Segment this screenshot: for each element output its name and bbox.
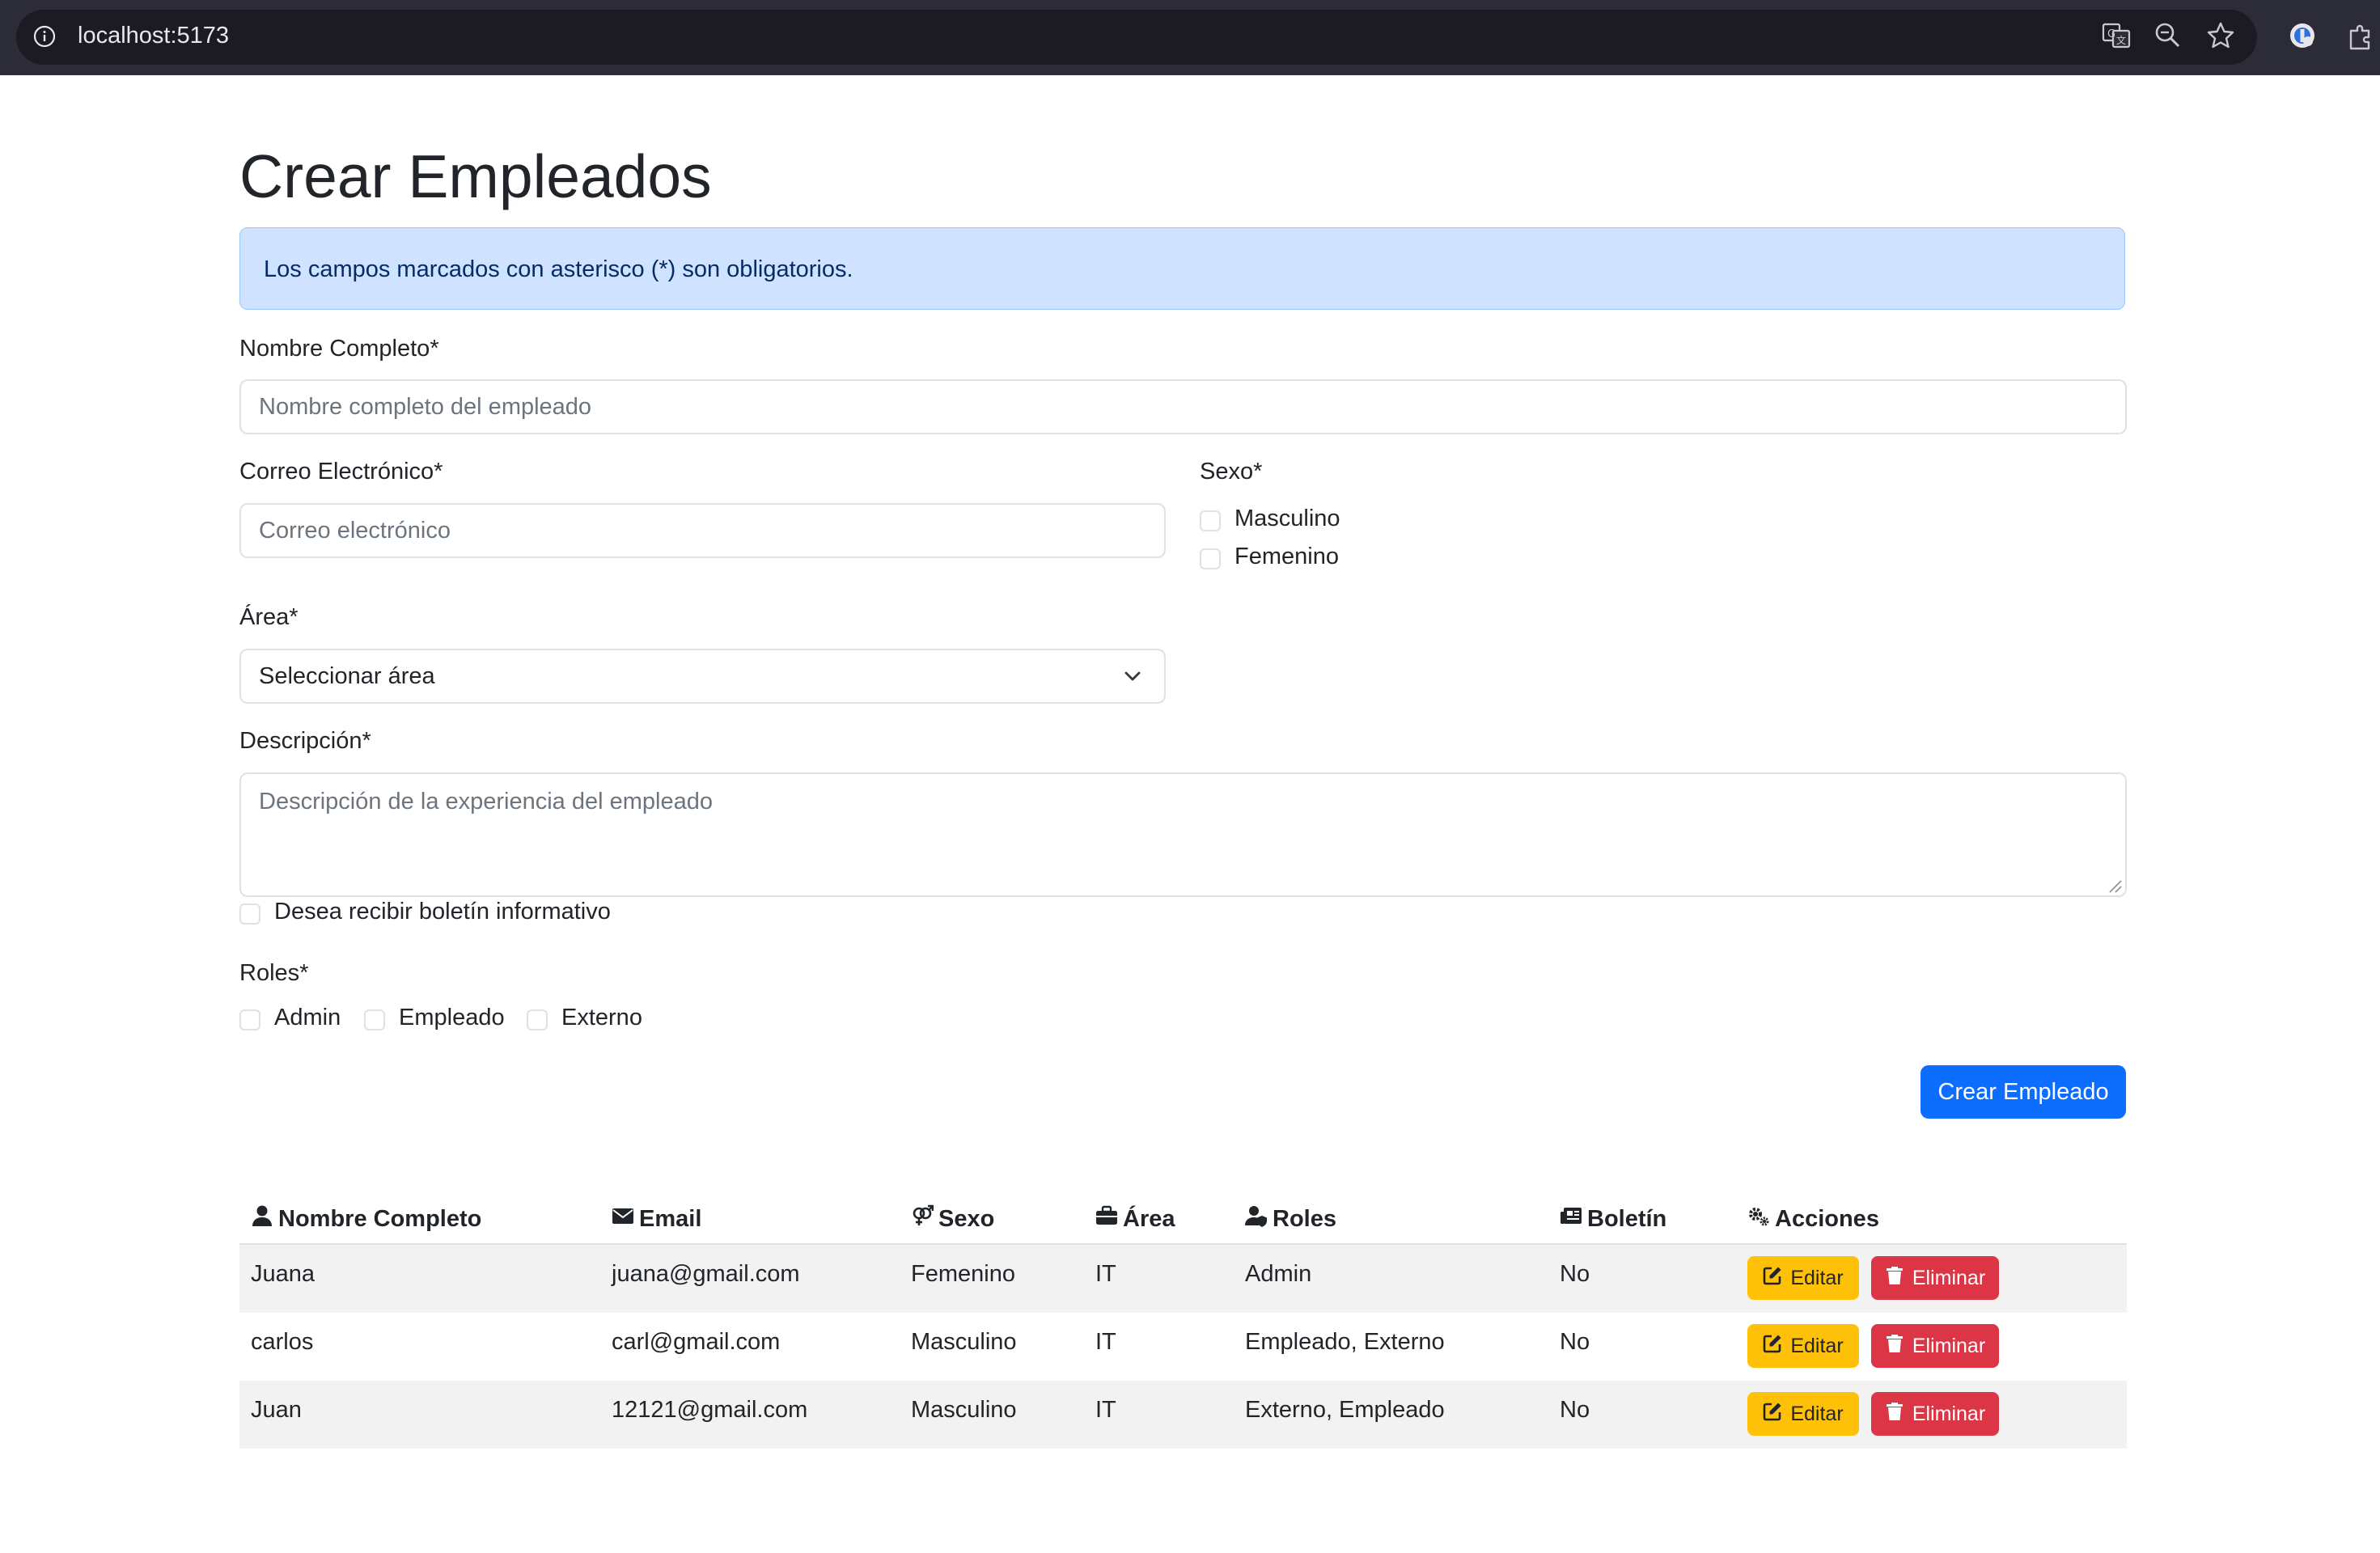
zoom-icon[interactable] [2152,19,2184,52]
role-externo-checkbox[interactable] [527,1009,548,1030]
user-shield-icon [1245,1204,1268,1234]
description-textarea[interactable] [239,772,2127,897]
sex-masculino-checkbox[interactable] [1200,510,1221,531]
roles-label: Roles* [239,960,309,986]
cell-newsletter: No [1560,1397,1590,1423]
column-header-email: Email [612,1195,701,1243]
delete-button[interactable]: Eliminar [1871,1392,1999,1436]
area-label: Área* [239,604,299,630]
table-row: carlos carl@gmail.com Masculino IT Emple… [239,1313,2127,1381]
translate-icon[interactable]: G文 [2100,19,2132,52]
info-icon[interactable] [32,24,57,49]
resize-grip-icon[interactable] [2107,878,2123,894]
cell-sex: Femenino [911,1261,1015,1287]
cell-newsletter: No [1560,1329,1590,1355]
cell-newsletter: No [1560,1261,1590,1287]
briefcase-icon [1095,1204,1118,1234]
edit-button[interactable]: Editar [1747,1324,1859,1368]
cell-email: carl@gmail.com [612,1329,781,1355]
column-header-newsletter: Boletín [1560,1195,1666,1243]
edit-icon [1763,1334,1782,1359]
cell-roles: Externo, Empleado [1245,1397,1445,1423]
role-admin-checkbox[interactable] [239,1009,260,1030]
column-header-name: Nombre Completo [251,1195,481,1243]
cell-name: Juana [251,1261,315,1287]
role-empleado-label: Empleado [399,1005,505,1030]
svg-text:G: G [2107,28,2115,40]
column-header-actions: Acciones [1747,1195,1879,1243]
trash-icon [1885,1334,1904,1359]
name-input[interactable] [239,379,2127,434]
email-input[interactable] [239,503,1166,558]
area-select[interactable]: Seleccionar área [239,649,1166,704]
column-header-sex: Sexo [911,1195,994,1243]
extension-account-icon[interactable] [2286,19,2319,52]
cell-name: carlos [251,1329,314,1355]
table-row: Juan 12121@gmail.com Masculino IT Extern… [239,1381,2127,1449]
cell-area: IT [1095,1397,1116,1423]
trash-icon [1885,1266,1904,1291]
url-text[interactable]: localhost:5173 [78,23,229,49]
column-header-roles: Roles [1245,1195,1336,1243]
user-icon [251,1204,273,1234]
role-externo-label: Externo [561,1005,642,1030]
edit-icon [1763,1266,1782,1291]
trash-icon [1885,1402,1904,1427]
delete-button[interactable]: Eliminar [1871,1324,1999,1368]
star-icon[interactable] [2204,19,2237,52]
edit-icon [1763,1402,1782,1427]
newspaper-icon [1560,1204,1582,1234]
role-empleado-checkbox[interactable] [364,1009,385,1030]
edit-button[interactable]: Editar [1747,1256,1859,1300]
page-title: Crear Empleados [239,142,712,210]
browser-toolbar: localhost:5173 G文 [0,0,2380,75]
envelope-icon [612,1204,634,1234]
gears-icon [1747,1204,1770,1234]
column-header-area: Área [1095,1195,1175,1243]
cell-sex: Masculino [911,1397,1017,1423]
info-alert: Los campos marcados con asterisco (*) so… [239,227,2125,310]
puzzle-icon[interactable] [2344,19,2377,52]
edit-button[interactable]: Editar [1747,1392,1859,1436]
cell-area: IT [1095,1329,1116,1355]
table-row: Juana juana@gmail.com Femenino IT Admin … [239,1245,2127,1313]
sex-femenino-checkbox[interactable] [1200,548,1221,569]
cell-roles: Empleado, Externo [1245,1329,1445,1355]
cell-email: juana@gmail.com [612,1261,800,1287]
cell-area: IT [1095,1261,1116,1287]
area-selected-value: Seleccionar área [259,663,435,689]
sex-masculino-label: Masculino [1234,506,1340,531]
cell-roles: Admin [1245,1261,1312,1287]
cell-email: 12121@gmail.com [612,1397,808,1423]
delete-button[interactable]: Eliminar [1871,1256,1999,1300]
venus-mars-icon [911,1204,934,1234]
role-admin-label: Admin [274,1005,341,1030]
alert-text: Los campos marcados con asterisco (*) so… [264,256,853,282]
newsletter-label: Desea recibir boletín informativo [274,899,611,925]
sex-label: Sexo* [1200,459,1263,485]
newsletter-checkbox[interactable] [239,903,260,925]
name-label: Nombre Completo* [239,336,439,362]
email-label: Correo Electrónico* [239,459,443,485]
svg-text:文: 文 [2116,34,2126,46]
address-bar[interactable]: localhost:5173 [16,10,2257,65]
cell-name: Juan [251,1397,302,1423]
create-employee-button[interactable]: Crear Empleado [1921,1065,2126,1119]
sex-femenino-label: Femenino [1234,544,1339,569]
cell-sex: Masculino [911,1329,1017,1355]
description-label: Descripción* [239,728,371,754]
